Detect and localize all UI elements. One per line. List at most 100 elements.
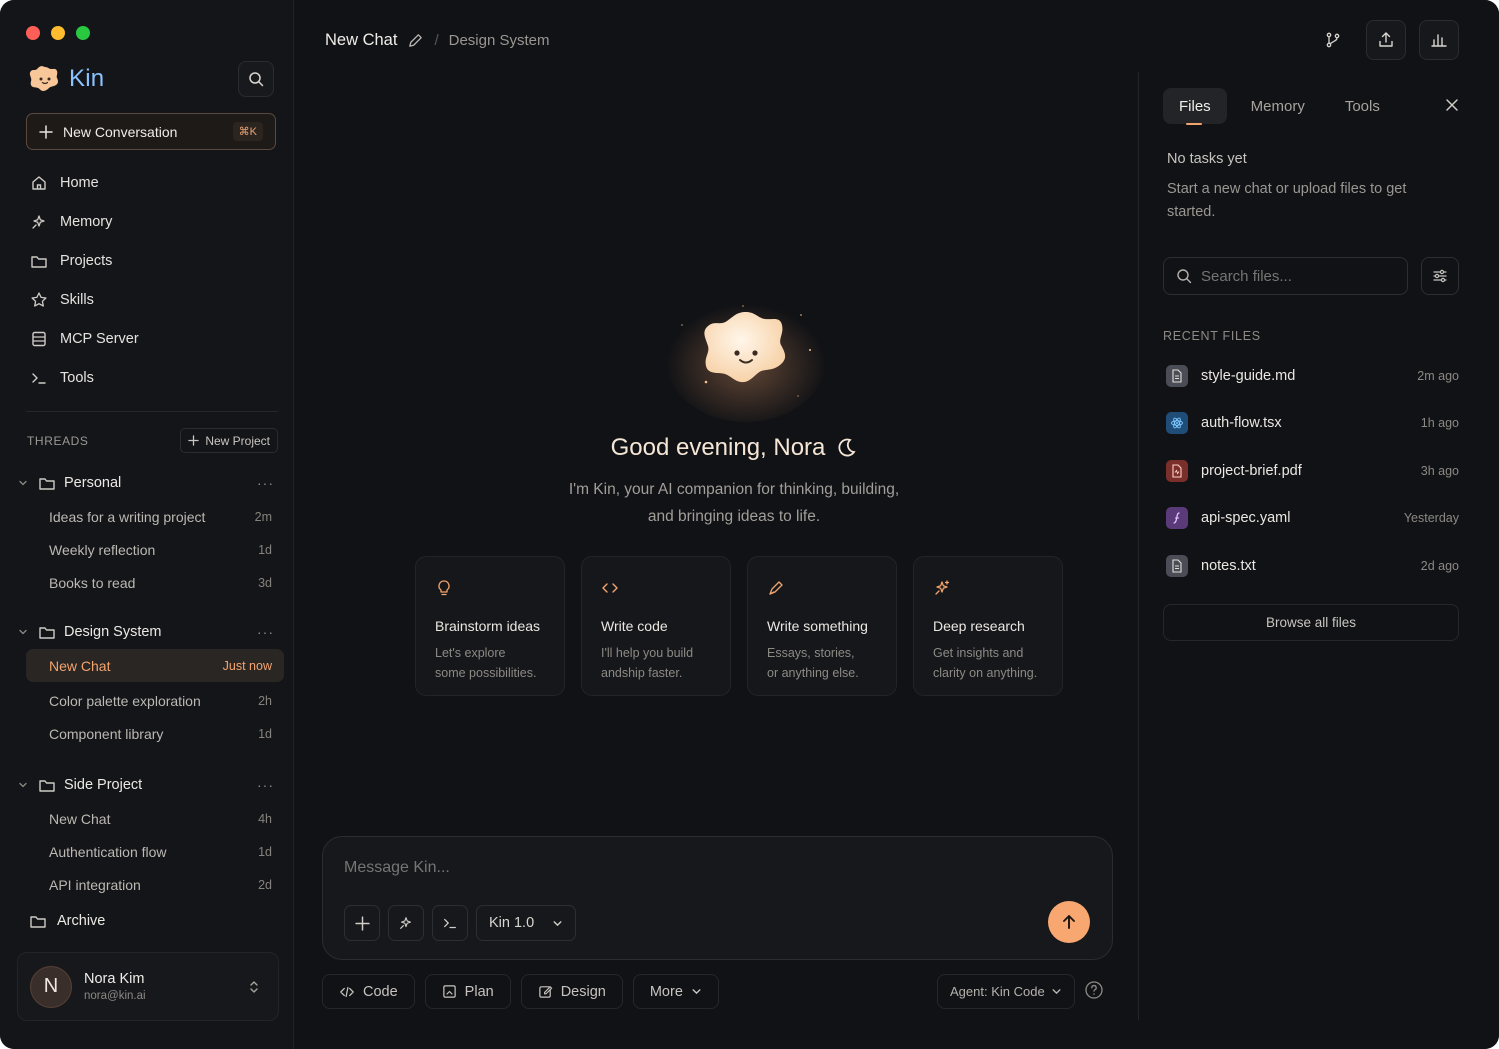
sparkles-icon	[935, 580, 950, 595]
card-title: Deep research	[933, 618, 1025, 634]
edit-title-icon[interactable]	[407, 32, 424, 49]
mode-more-button[interactable]: More	[632, 974, 719, 1009]
card-title: Write code	[601, 618, 668, 634]
brand-logo[interactable]: Kin	[29, 64, 104, 94]
branch-button[interactable]	[1313, 20, 1353, 60]
nav-item-home[interactable]: Home	[26, 163, 276, 202]
thread-item[interactable]: Color palette exploration 2h	[16, 684, 284, 717]
mode-plan-button[interactable]: Plan	[424, 974, 511, 1009]
sidebar-search-button[interactable]	[238, 61, 274, 97]
archive-item[interactable]: Archive	[29, 912, 105, 930]
model-select[interactable]: Kin 1.0	[476, 905, 577, 941]
nav-item-mcp-server[interactable]: MCP Server	[26, 319, 276, 358]
chevron-down-icon	[16, 780, 30, 790]
group-header[interactable]: Personal ···	[16, 466, 284, 500]
chevron-down-icon	[692, 989, 701, 995]
file-item[interactable]: api-spec.yaml Yesterday	[1163, 495, 1459, 543]
close-icon[interactable]	[1445, 98, 1459, 112]
edit-icon	[538, 986, 553, 998]
thread-item[interactable]: Component library 1d	[16, 717, 284, 750]
window-controls	[26, 26, 90, 40]
send-button[interactable]	[1048, 901, 1090, 943]
group-header[interactable]: Side Project ···	[16, 768, 284, 802]
nav-item-projects[interactable]: Projects	[26, 241, 276, 280]
folder-icon	[31, 255, 47, 268]
thread-item[interactable]: Ideas for a writing project 2m	[16, 500, 284, 533]
maximize-window-button[interactable]	[76, 26, 90, 40]
file-time: 3h ago	[1420, 463, 1459, 478]
pdf-file-icon	[1166, 459, 1188, 482]
kin-mascot-icon	[29, 66, 58, 91]
nav-item-tools[interactable]: Tools	[26, 358, 276, 397]
minimize-window-button[interactable]	[51, 26, 65, 40]
agent-label: Agent: Kin Code	[950, 984, 1045, 999]
more-options-icon[interactable]: ···	[257, 777, 274, 793]
attach-button[interactable]	[344, 905, 380, 941]
file-time: 2d ago	[1420, 558, 1459, 573]
bar-chart-icon	[1431, 34, 1447, 47]
nav-item-skills[interactable]: Skills	[26, 280, 276, 319]
mode-label: Code	[363, 983, 398, 1000]
close-window-button[interactable]	[26, 26, 40, 40]
file-name: notes.txt	[1201, 557, 1256, 574]
suggestion-card-write-something[interactable]: Write something Essays, stories, or anyth…	[747, 556, 897, 696]
shortcut-badge: ⌘K	[232, 122, 263, 141]
terminal-icon	[32, 372, 46, 384]
magic-button[interactable]	[388, 905, 424, 941]
group-name: Design System	[64, 624, 162, 640]
chevron-down-icon	[16, 478, 30, 488]
mode-design-button[interactable]: Design	[520, 974, 623, 1009]
thread-item[interactable]: Weekly reflection 1d	[16, 533, 284, 566]
agent-select[interactable]: Agent: Kin Code	[937, 974, 1075, 1009]
nav-item-memory[interactable]: Memory	[26, 202, 276, 241]
thread-item[interactable]: API integration 2d	[16, 868, 284, 901]
new-conversation-button[interactable]: New Conversation ⌘K	[26, 113, 276, 150]
browse-all-files-button[interactable]: Browse all files	[1163, 604, 1459, 641]
mode-code-button[interactable]: Code	[322, 974, 415, 1009]
suggestion-card-write-code[interactable]: Write code I'll help you build andship fa…	[581, 556, 731, 696]
user-account-menu[interactable]: N Nora Kim nora@kin.ai	[17, 952, 279, 1021]
arrow-up-icon	[1063, 915, 1075, 929]
file-item[interactable]: notes.txt 2d ago	[1163, 542, 1459, 590]
search-icon	[1177, 269, 1192, 284]
message-composer: Kin 1.0	[322, 836, 1113, 960]
empty-state-description: Start a new chat or upload files to get …	[1167, 181, 1407, 220]
text-file-icon	[1166, 554, 1188, 577]
new-project-button[interactable]: New Project	[180, 428, 278, 453]
tab-files[interactable]: Files	[1163, 88, 1227, 125]
file-item[interactable]: auth-flow.tsx 1h ago	[1163, 400, 1459, 448]
thread-item-active[interactable]: New Chat Just now	[26, 649, 284, 682]
more-options-icon[interactable]: ···	[257, 624, 274, 640]
analytics-button[interactable]	[1419, 20, 1459, 60]
thread-item[interactable]: Authentication flow 1d	[16, 835, 284, 868]
thread-item[interactable]: New Chat 4h	[16, 802, 284, 835]
subtitle-line: I'm Kin, your AI companion for thinking,…	[568, 481, 900, 498]
group-header[interactable]: Design System ···	[16, 615, 284, 649]
filter-button[interactable]	[1421, 257, 1459, 295]
file-item[interactable]: project-brief.pdf 3h ago	[1163, 447, 1459, 495]
help-icon[interactable]	[1084, 980, 1104, 1000]
thread-item[interactable]: Books to read 3d	[16, 566, 284, 599]
plan-icon	[442, 985, 456, 998]
thread-title: New Chat	[49, 810, 111, 827]
react-file-icon	[1166, 412, 1188, 435]
card-title: Write something	[767, 618, 868, 634]
thread-group-personal: Personal ··· Ideas for a writing project…	[16, 466, 284, 599]
file-search-input[interactable]	[1201, 267, 1391, 285]
group-name: Personal	[64, 475, 122, 491]
suggestion-card-deep-research[interactable]: Deep research Get insights and clarity on…	[913, 556, 1063, 696]
tab-tools[interactable]: Tools	[1329, 88, 1396, 124]
terminal-button[interactable]	[432, 905, 468, 941]
message-input[interactable]	[344, 859, 1024, 877]
share-button[interactable]	[1366, 20, 1406, 60]
tab-memory[interactable]: Memory	[1235, 88, 1321, 124]
file-item[interactable]: style-guide.md 2m ago	[1163, 352, 1459, 400]
terminal-icon	[444, 918, 456, 929]
suggestion-card-brainstorm[interactable]: Brainstorm ideas Let's explore some possi…	[415, 556, 565, 696]
breadcrumb-project[interactable]: Design System	[449, 32, 550, 49]
mode-label: Plan	[464, 983, 494, 1000]
main-nav: Home Memory Projects Skills MCP Server T…	[26, 163, 276, 397]
more-options-icon[interactable]: ···	[257, 475, 274, 491]
subtitle-line: and bringing ideas to life.	[647, 508, 821, 525]
thread-time: 1d	[258, 726, 272, 741]
